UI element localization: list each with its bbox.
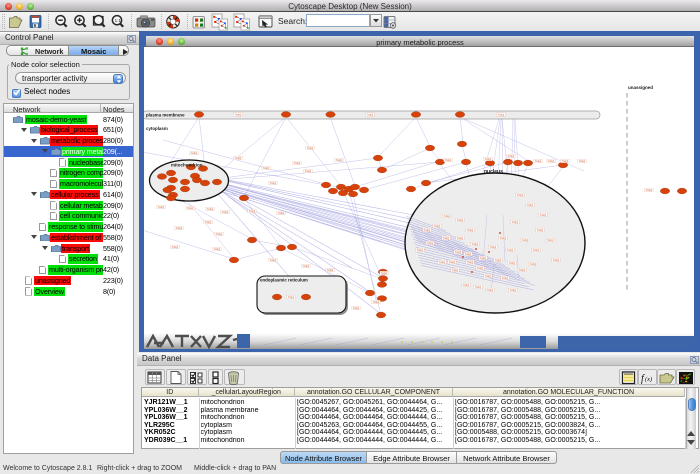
- svg-text:Yxx(x): Yxx(x): [307, 148, 314, 150]
- svg-text:Yxx(x): Yxx(x): [537, 230, 544, 232]
- svg-text:Yxx(x): Yxx(x): [249, 211, 256, 213]
- svg-text:Yxx(x): Yxx(x): [535, 161, 542, 163]
- svg-text:Yxx(x): Yxx(x): [336, 160, 343, 162]
- svg-text:Yxx(x): Yxx(x): [278, 213, 285, 215]
- svg-text:Yxx(x): Yxx(x): [527, 205, 534, 207]
- svg-text:endoplasmic reticulum: endoplasmic reticulum: [260, 278, 308, 283]
- svg-text:Yxx(x): Yxx(x): [548, 161, 555, 163]
- svg-text:Yxx(x): Yxx(x): [512, 222, 519, 224]
- svg-text:Yxx(x): Yxx(x): [547, 240, 554, 242]
- svg-text:Yxx(x): Yxx(x): [235, 158, 242, 160]
- svg-text:Yxx(x): Yxx(x): [455, 252, 462, 254]
- svg-text:Yxx(x): Yxx(x): [172, 247, 179, 249]
- svg-text:Yxx(x): Yxx(x): [303, 266, 310, 268]
- svg-text:Yxx(x): Yxx(x): [485, 276, 492, 278]
- svg-text:Yxx(x): Yxx(x): [457, 238, 464, 240]
- svg-text:Yxx(x): Yxx(x): [373, 302, 380, 304]
- svg-text:Yxx(x): Yxx(x): [216, 234, 223, 236]
- svg-text:Yxx(x): Yxx(x): [579, 161, 586, 163]
- svg-text:Yxx(x): Yxx(x): [553, 260, 560, 262]
- svg-text:Yxx(x): Yxx(x): [270, 260, 277, 262]
- svg-text:Yxx(x): Yxx(x): [472, 244, 479, 246]
- svg-text:Yxx(x): Yxx(x): [508, 156, 515, 158]
- svg-text:Yxx(x): Yxx(x): [353, 308, 360, 310]
- svg-text:Yxx(x): Yxx(x): [288, 297, 295, 299]
- svg-text:Yxx(x): Yxx(x): [646, 190, 653, 192]
- svg-text:Yxx(x): Yxx(x): [495, 260, 502, 262]
- svg-text:unassigned: unassigned: [628, 85, 653, 90]
- svg-text:cytoplasm: cytoplasm: [146, 126, 168, 131]
- svg-text:Yxx(x): Yxx(x): [500, 238, 507, 240]
- svg-text:Yxx(x): Yxx(x): [158, 207, 165, 209]
- svg-text:Yxx(x): Yxx(x): [294, 163, 301, 165]
- svg-text:Yxx(x): Yxx(x): [507, 250, 514, 252]
- svg-text:Yxx(x): Yxx(x): [444, 216, 451, 218]
- svg-text:Yxx(x): Yxx(x): [463, 285, 470, 287]
- svg-text:Yxx(x): Yxx(x): [509, 263, 516, 265]
- svg-text:Yxx(x): Yxx(x): [517, 195, 524, 197]
- svg-text:Yxx(x): Yxx(x): [477, 268, 484, 270]
- svg-text:Yxx(x): Yxx(x): [530, 264, 537, 266]
- svg-text:Yxx(x): Yxx(x): [439, 262, 446, 264]
- svg-text:Yxx(x): Yxx(x): [445, 160, 452, 162]
- svg-text:Yxx(x): Yxx(x): [485, 159, 492, 161]
- svg-text:Yxx(x): Yxx(x): [443, 238, 450, 240]
- svg-text:Yxx(x): Yxx(x): [207, 209, 214, 211]
- svg-text:Yxx(x): Yxx(x): [467, 230, 474, 232]
- svg-text:Yxx(x): Yxx(x): [522, 240, 529, 242]
- svg-text:Yxx(x): Yxx(x): [222, 212, 229, 214]
- svg-text:Yxx(x): Yxx(x): [487, 290, 494, 292]
- svg-text:Yxx(x): Yxx(x): [457, 220, 464, 222]
- svg-text:Yxx(x): Yxx(x): [498, 115, 505, 117]
- svg-text:plasma membrane: plasma membrane: [146, 112, 185, 117]
- svg-text:Yxx(x): Yxx(x): [327, 270, 334, 272]
- svg-text:Yxx(x): Yxx(x): [434, 226, 441, 228]
- svg-text:Yxx(x): Yxx(x): [533, 250, 540, 252]
- svg-text:Yxx(x): Yxx(x): [191, 153, 198, 155]
- svg-text:Yxx(x): Yxx(x): [305, 171, 312, 173]
- svg-text:Yxx(x): Yxx(x): [263, 168, 270, 170]
- svg-text:Yxx(x): Yxx(x): [449, 262, 456, 264]
- svg-text:Yxx(x): Yxx(x): [205, 222, 212, 224]
- svg-text:Yxx(x): Yxx(x): [480, 258, 487, 260]
- svg-text:1:1: 1:1: [115, 18, 122, 23]
- svg-text:Yxx(x): Yxx(x): [465, 254, 472, 256]
- svg-text:Yxx(x): Yxx(x): [502, 278, 509, 280]
- svg-text:Yxx(x): Yxx(x): [424, 230, 431, 232]
- svg-text:Yxx(x): Yxx(x): [452, 270, 459, 272]
- svg-text:Yxx(x): Yxx(x): [467, 262, 474, 264]
- svg-text:Yxx(x): Yxx(x): [214, 249, 221, 251]
- svg-text:Yxx(x): Yxx(x): [562, 161, 569, 163]
- svg-text:Yxx(x): Yxx(x): [417, 250, 424, 252]
- svg-text:Yxx(x): Yxx(x): [490, 247, 497, 249]
- svg-text:(x): (x): [645, 376, 652, 383]
- svg-text:Yxx(x): Yxx(x): [235, 115, 242, 117]
- svg-text:Yxx(x): Yxx(x): [519, 270, 526, 272]
- svg-text:mitochondrion: mitochondrion: [171, 163, 203, 168]
- svg-text:Yxx(x): Yxx(x): [540, 215, 547, 217]
- svg-text:Yxx(x): Yxx(x): [270, 183, 277, 185]
- svg-text:Yxx(x): Yxx(x): [176, 228, 183, 230]
- svg-text:Yxx(x): Yxx(x): [510, 290, 517, 292]
- svg-text:Yxx(x): Yxx(x): [475, 287, 482, 289]
- svg-text:Yxx(x): Yxx(x): [427, 243, 434, 245]
- svg-text:Yxx(x): Yxx(x): [381, 273, 388, 275]
- svg-text:Yxx(x): Yxx(x): [367, 115, 374, 117]
- svg-text:nucleus: nucleus: [484, 169, 503, 175]
- svg-text:Yxx(x): Yxx(x): [187, 208, 194, 210]
